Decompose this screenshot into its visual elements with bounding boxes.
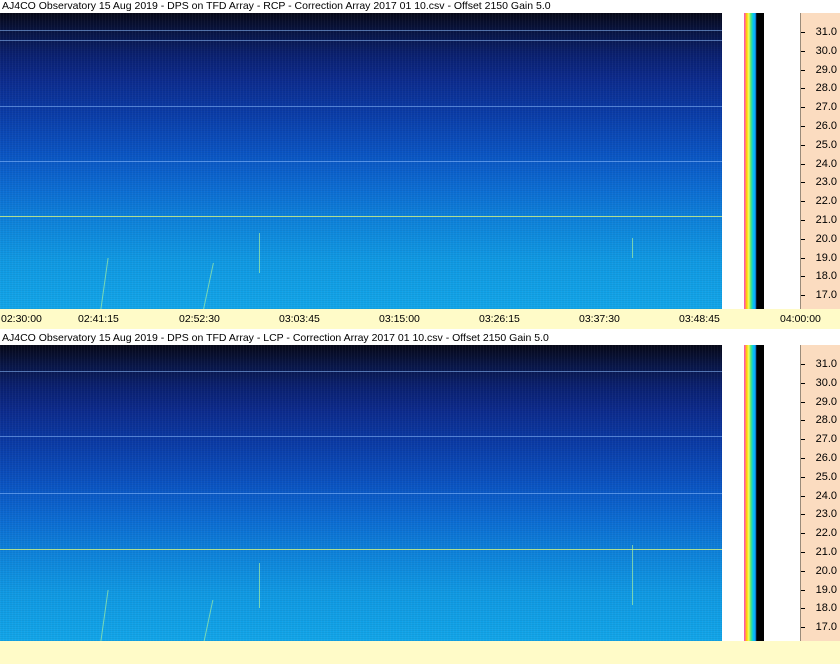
frequency-label: 22.0 xyxy=(815,527,837,539)
frequency-label: 20.0 xyxy=(815,565,837,577)
burst-streak xyxy=(203,600,214,641)
rfi-line xyxy=(0,216,722,217)
burst-streak xyxy=(100,590,109,641)
time-label: 03:48:45 xyxy=(679,313,720,325)
frequency-label: 26.0 xyxy=(815,452,837,464)
time-axis: 02:30:00 02:41:15 02:52:30 03:03:45 03:15:00… xyxy=(0,309,840,329)
lcp-panel-title: AJ4CO Observatory 15 Aug 2019 - DPS on T… xyxy=(0,332,840,345)
burst-streak xyxy=(203,263,214,309)
frequency-label: 18.0 xyxy=(815,270,837,282)
time-label: 03:26:15 xyxy=(479,313,520,325)
frequency-label: 23.0 xyxy=(815,508,837,520)
rcp-frequency-axis: 31.0 30.0 29.0 28.0 27.0 26.0 25.0 24.0 23.0 22.0… xyxy=(800,13,840,309)
time-label: 04:00:00 xyxy=(780,313,821,325)
burst-streak xyxy=(259,233,260,273)
burst-streak xyxy=(100,258,109,309)
frequency-label: 21.0 xyxy=(815,214,837,226)
frequency-label: 25.0 xyxy=(815,139,837,151)
rcp-colorbar-gap xyxy=(764,13,800,309)
rfi-line xyxy=(0,549,722,550)
frequency-label: 31.0 xyxy=(815,26,837,38)
frequency-label: 31.0 xyxy=(815,358,837,370)
rcp-gap xyxy=(722,13,744,309)
time-label: 02:52:30 xyxy=(179,313,220,325)
frequency-label: 24.0 xyxy=(815,158,837,170)
frequency-label: 30.0 xyxy=(815,377,837,389)
frequency-label: 19.0 xyxy=(815,584,837,596)
frequency-label: 24.0 xyxy=(815,490,837,502)
frequency-label: 27.0 xyxy=(815,433,837,445)
frequency-label: 28.0 xyxy=(815,414,837,426)
time-label: 03:15:00 xyxy=(379,313,420,325)
frequency-label: 18.0 xyxy=(815,602,837,614)
frequency-label: 26.0 xyxy=(815,120,837,132)
frequency-label: 29.0 xyxy=(815,64,837,76)
rfi-line xyxy=(0,161,722,162)
frequency-label: 19.0 xyxy=(815,252,837,264)
burst-streak xyxy=(632,238,633,258)
lcp-gap xyxy=(722,345,744,641)
lcp-spectrogram[interactable] xyxy=(0,345,722,641)
lcp-colorbar-gap xyxy=(764,345,800,641)
time-label: 03:03:45 xyxy=(279,313,320,325)
frequency-label: 17.0 xyxy=(815,289,837,301)
frequency-label: 22.0 xyxy=(815,195,837,207)
rfi-line xyxy=(0,436,722,437)
bottom-status-strip xyxy=(0,641,840,664)
frequency-label: 29.0 xyxy=(815,396,837,408)
rcp-colorbar xyxy=(744,13,764,309)
frequency-label: 27.0 xyxy=(815,101,837,113)
time-label: 03:37:30 xyxy=(579,313,620,325)
frequency-label: 17.0 xyxy=(815,621,837,633)
rfi-line xyxy=(0,30,722,31)
rcp-spectrogram[interactable] xyxy=(0,13,722,309)
time-label: 02:30:00 xyxy=(1,313,42,325)
time-label: 02:41:15 xyxy=(78,313,119,325)
rfi-line xyxy=(0,106,722,107)
frequency-label: 20.0 xyxy=(815,233,837,245)
rcp-panel-title: AJ4CO Observatory 15 Aug 2019 - DPS on T… xyxy=(0,0,840,13)
frequency-label: 30.0 xyxy=(815,45,837,57)
rfi-line xyxy=(0,493,722,494)
rfi-line xyxy=(0,371,722,372)
lcp-frequency-axis: 31.0 30.0 29.0 28.0 27.0 26.0 25.0 24.0 23.0 22.0… xyxy=(800,345,840,641)
frequency-label: 28.0 xyxy=(815,82,837,94)
frequency-label: 23.0 xyxy=(815,176,837,188)
frequency-label: 25.0 xyxy=(815,471,837,483)
frequency-label: 21.0 xyxy=(815,546,837,558)
rfi-line xyxy=(0,40,722,41)
lcp-colorbar xyxy=(744,345,764,641)
burst-streak xyxy=(259,563,260,608)
burst-streak xyxy=(632,545,633,605)
